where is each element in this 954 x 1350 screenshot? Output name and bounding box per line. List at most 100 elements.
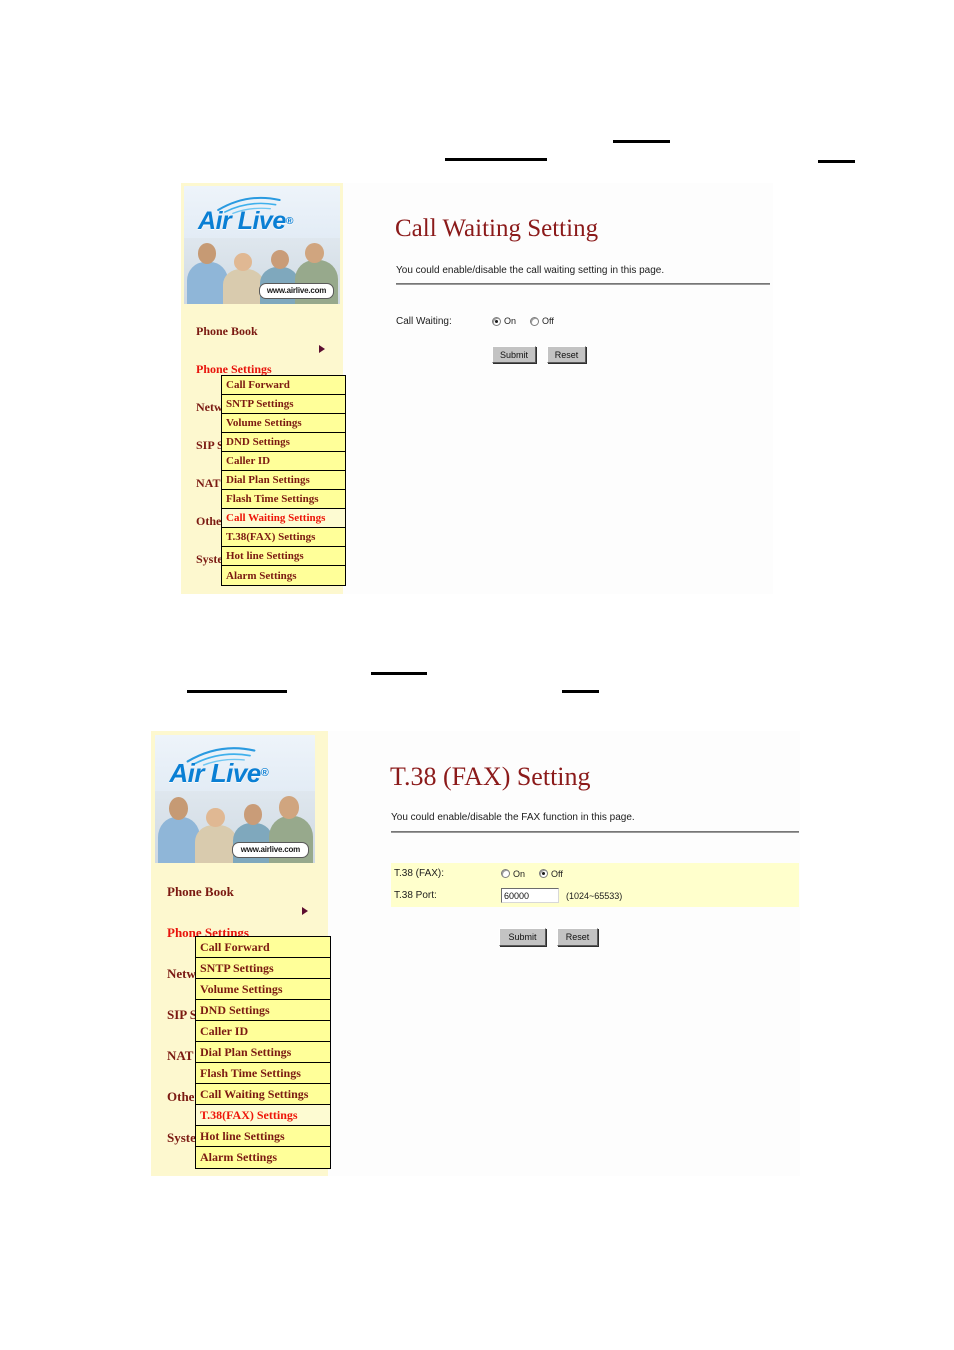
submenu-item-flash-time-settings[interactable]: Flash Time Settings bbox=[196, 1063, 330, 1084]
submenu-item-alarm-settings[interactable]: Alarm Settings bbox=[222, 566, 345, 585]
submit-button[interactable]: Submit bbox=[492, 346, 536, 363]
submenu-item-label: Call Forward bbox=[200, 939, 270, 954]
submenu-item-label: Hot line Settings bbox=[200, 1128, 285, 1143]
radio-off-label: Off bbox=[542, 316, 554, 326]
divider bbox=[391, 831, 799, 833]
phone-settings-submenu-panel2: Call Forward SNTP Settings Volume Settin… bbox=[195, 936, 331, 1169]
submenu-item-label: DND Settings bbox=[226, 436, 290, 448]
submenu-item-alarm-settings[interactable]: Alarm Settings bbox=[196, 1147, 330, 1168]
redaction-bar bbox=[187, 690, 287, 693]
submenu-item-dial-plan-settings[interactable]: Dial Plan Settings bbox=[222, 471, 345, 490]
page-description: You could enable/disable the call waitin… bbox=[396, 265, 665, 276]
call-waiting-radio-group: On Off bbox=[492, 316, 568, 326]
sidebar-item-phone-book[interactable]: Phone Book bbox=[151, 883, 328, 924]
radio-off-label: Off bbox=[551, 868, 563, 879]
t38-fax-form: T.38 (FAX): On Off T.38 Port: 60000 (102… bbox=[391, 863, 799, 907]
page-description: You could enable/disable the FAX functio… bbox=[391, 812, 635, 823]
logo-wordmark: Air Live ® bbox=[169, 757, 307, 790]
t38-port-value-group: 60000 (1024~65533) bbox=[501, 888, 622, 903]
person-2 bbox=[195, 801, 237, 863]
radio-on-label: On bbox=[504, 316, 517, 326]
person-2 bbox=[223, 247, 264, 304]
airlive-logo: Air Live ® www.airlive.com bbox=[184, 186, 340, 304]
submenu-item-label: Alarm Settings bbox=[226, 569, 297, 582]
sidebar-item-label: Phone Book bbox=[167, 884, 234, 899]
submenu-item-label: Call Forward bbox=[226, 379, 290, 391]
sidebar-item-label: Phone Settings bbox=[196, 362, 272, 376]
submenu-item-label: Dial Plan Settings bbox=[226, 474, 310, 486]
submit-button[interactable]: Submit bbox=[499, 928, 546, 946]
person-1 bbox=[187, 238, 228, 304]
submenu-item-call-waiting-settings[interactable]: Call Waiting Settings bbox=[222, 509, 345, 528]
call-waiting-row: Call Waiting: On Off bbox=[396, 311, 773, 331]
submenu-item-caller-id[interactable]: Caller ID bbox=[196, 1021, 330, 1042]
t38-port-input[interactable]: 60000 bbox=[501, 888, 559, 903]
submenu-item-caller-id[interactable]: Caller ID bbox=[222, 452, 345, 471]
logo-url-badge: www.airlive.com bbox=[231, 842, 309, 858]
call-waiting-radio-off[interactable]: Off bbox=[530, 316, 554, 326]
page-title: T.38 (FAX) Setting bbox=[390, 762, 591, 791]
submenu-item-volume-settings[interactable]: Volume Settings bbox=[196, 979, 330, 1000]
submenu-item-volume-settings[interactable]: Volume Settings bbox=[222, 414, 345, 433]
logo-brand-text: Air Live bbox=[198, 206, 286, 235]
submenu-item-hot-line-settings[interactable]: Hot line Settings bbox=[222, 547, 345, 566]
radio-selected-icon bbox=[492, 316, 501, 326]
call-waiting-radio-on[interactable]: On bbox=[492, 316, 516, 326]
submenu-item-label: Alarm Settings bbox=[200, 1150, 277, 1164]
chevron-right-icon bbox=[302, 907, 308, 915]
t38-fax-radio-on[interactable]: On bbox=[501, 869, 525, 879]
registered-mark: ® bbox=[260, 767, 269, 780]
t38-port-row: T.38 Port: 60000 (1024~65533) bbox=[391, 884, 799, 907]
submenu-item-call-forward[interactable]: Call Forward bbox=[222, 376, 345, 395]
submenu-item-label: Caller ID bbox=[226, 455, 271, 467]
sidebar-item-phone-book[interactable]: Phone Book bbox=[181, 323, 343, 361]
redaction-bar bbox=[562, 690, 599, 693]
submenu-item-label: Call Waiting Settings bbox=[200, 1086, 309, 1101]
submenu-item-dnd-settings[interactable]: DND Settings bbox=[222, 433, 345, 452]
submenu-item-label: Hot line Settings bbox=[226, 550, 304, 562]
content-pane-call-waiting: Call Waiting Setting You could enable/di… bbox=[343, 183, 773, 594]
t38-fax-label: T.38 (FAX): bbox=[394, 868, 445, 879]
logo-brand-text: Air Live bbox=[169, 757, 261, 788]
submenu-item-label: Volume Settings bbox=[226, 417, 302, 429]
call-waiting-screenshot: Air Live ® www.airlive.com Phone Book Ph… bbox=[181, 183, 773, 594]
page-title: Call Waiting Setting bbox=[395, 215, 599, 242]
submenu-item-dial-plan-settings[interactable]: Dial Plan Settings bbox=[196, 1042, 330, 1063]
t38-port-label: T.38 Port: bbox=[394, 890, 437, 901]
submenu-item-dnd-settings[interactable]: DND Settings bbox=[196, 1000, 330, 1021]
t38-fax-radio-off[interactable]: Off bbox=[539, 869, 563, 879]
submenu-item-hot-line-settings[interactable]: Hot line Settings bbox=[196, 1126, 330, 1147]
reset-button[interactable]: Reset bbox=[557, 928, 598, 946]
submenu-item-sntp-settings[interactable]: SNTP Settings bbox=[196, 958, 330, 979]
submenu-item-label: Flash Time Settings bbox=[226, 493, 319, 505]
redaction-bar bbox=[613, 140, 670, 143]
submenu-item-t38-fax-settings[interactable]: T.38(FAX) Settings bbox=[196, 1105, 330, 1126]
sidebar-panel2: Air Live ® www.airlive.com Phone Book Ph… bbox=[151, 731, 331, 1176]
submenu-item-t38-fax-settings[interactable]: T.38(FAX) Settings bbox=[222, 528, 345, 547]
submenu-item-label: T.38(FAX) Settings bbox=[200, 1107, 298, 1122]
reset-button[interactable]: Reset bbox=[547, 346, 586, 363]
logo-wordmark: Air Live ® bbox=[198, 206, 332, 237]
t38-fax-row: T.38 (FAX): On Off bbox=[391, 863, 799, 884]
submenu-item-call-forward[interactable]: Call Forward bbox=[196, 937, 330, 958]
radio-unselected-icon bbox=[530, 316, 540, 326]
sidebar-item-label: Phone Book bbox=[196, 324, 258, 338]
radio-selected-icon bbox=[539, 869, 549, 878]
redaction-bar bbox=[445, 158, 547, 161]
submenu-item-label: Volume Settings bbox=[200, 981, 283, 996]
submenu-item-label: Caller ID bbox=[200, 1023, 249, 1038]
phone-settings-submenu-panel1: Call Forward SNTP Settings Volume Settin… bbox=[221, 375, 346, 586]
airlive-logo: Air Live ® www.airlive.com bbox=[155, 735, 315, 863]
radio-unselected-icon bbox=[501, 869, 510, 878]
call-waiting-label: Call Waiting: bbox=[396, 315, 452, 327]
t38-fax-screenshot: Air Live ® www.airlive.com Phone Book Ph… bbox=[151, 731, 800, 1176]
submenu-item-label: Dial Plan Settings bbox=[200, 1044, 292, 1059]
submenu-item-call-waiting-settings[interactable]: Call Waiting Settings bbox=[196, 1084, 330, 1105]
submenu-item-label: T.38(FAX) Settings bbox=[226, 531, 316, 543]
logo-url-badge: www.airlive.com bbox=[258, 283, 335, 299]
submenu-item-flash-time-settings[interactable]: Flash Time Settings bbox=[222, 490, 345, 509]
submenu-item-label: SNTP Settings bbox=[226, 398, 294, 410]
submenu-item-sntp-settings[interactable]: SNTP Settings bbox=[222, 395, 345, 414]
t38-port-range-hint: (1024~65533) bbox=[566, 890, 623, 901]
submenu-item-label: Flash Time Settings bbox=[200, 1065, 301, 1080]
